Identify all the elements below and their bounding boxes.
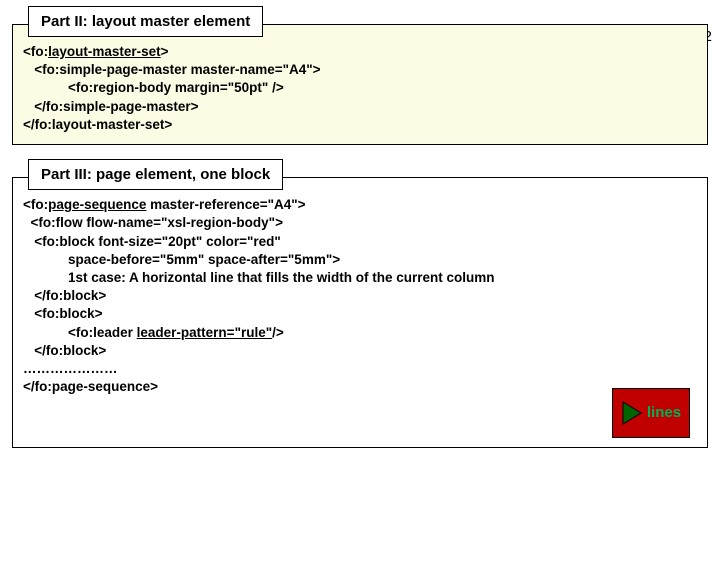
code-text: </fo:simple-page-master>	[23, 99, 199, 114]
lines-badge[interactable]: lines	[612, 388, 690, 438]
code-text: <fo:region-body margin="50pt" />	[23, 80, 284, 95]
code-text: …………………	[23, 361, 118, 376]
code-text: >	[161, 44, 169, 59]
code-text: <fo:block font-size="20pt" color="red"	[23, 234, 281, 249]
code-text: </fo:layout-master-set>	[23, 117, 172, 132]
code-text: <fo:flow flow-name="xsl-region-body">	[23, 215, 283, 230]
code-text: </fo:page-sequence>	[23, 379, 158, 394]
code-text: <fo:leader	[23, 325, 137, 340]
code-text: 1st case: A horizontal line that fills t…	[23, 270, 495, 285]
play-icon	[621, 400, 643, 426]
code-text: </fo:block>	[23, 288, 106, 303]
code-underline: page-sequence	[48, 197, 146, 212]
code-text: master-reference="A4">	[146, 197, 305, 212]
code-text: </fo:block>	[23, 343, 106, 358]
code-underline: leader-pattern="rule"	[137, 325, 272, 340]
code-text: <fo:	[23, 44, 48, 59]
part2-title: Part II: layout master element	[28, 6, 263, 37]
part3-section: Part III: page element, one block <fo:pa…	[12, 177, 708, 448]
part2-code-box: <fo:layout-master-set> <fo:simple-page-m…	[12, 24, 708, 145]
part2-section: Part II: layout master element <fo:layou…	[12, 24, 708, 145]
part3-code-box: <fo:page-sequence master-reference="A4">…	[12, 177, 708, 448]
code-text: <fo:block>	[23, 306, 103, 321]
code-underline: layout-master-set	[48, 44, 161, 59]
code-text: <fo:simple-page-master master-name="A4">	[23, 62, 321, 77]
code-text: <fo:	[23, 197, 48, 212]
code-text: space-before="5mm" space-after="5mm">	[23, 252, 340, 267]
part3-title: Part III: page element, one block	[28, 159, 283, 190]
lines-label: lines	[647, 403, 681, 423]
code-text: />	[272, 325, 284, 340]
